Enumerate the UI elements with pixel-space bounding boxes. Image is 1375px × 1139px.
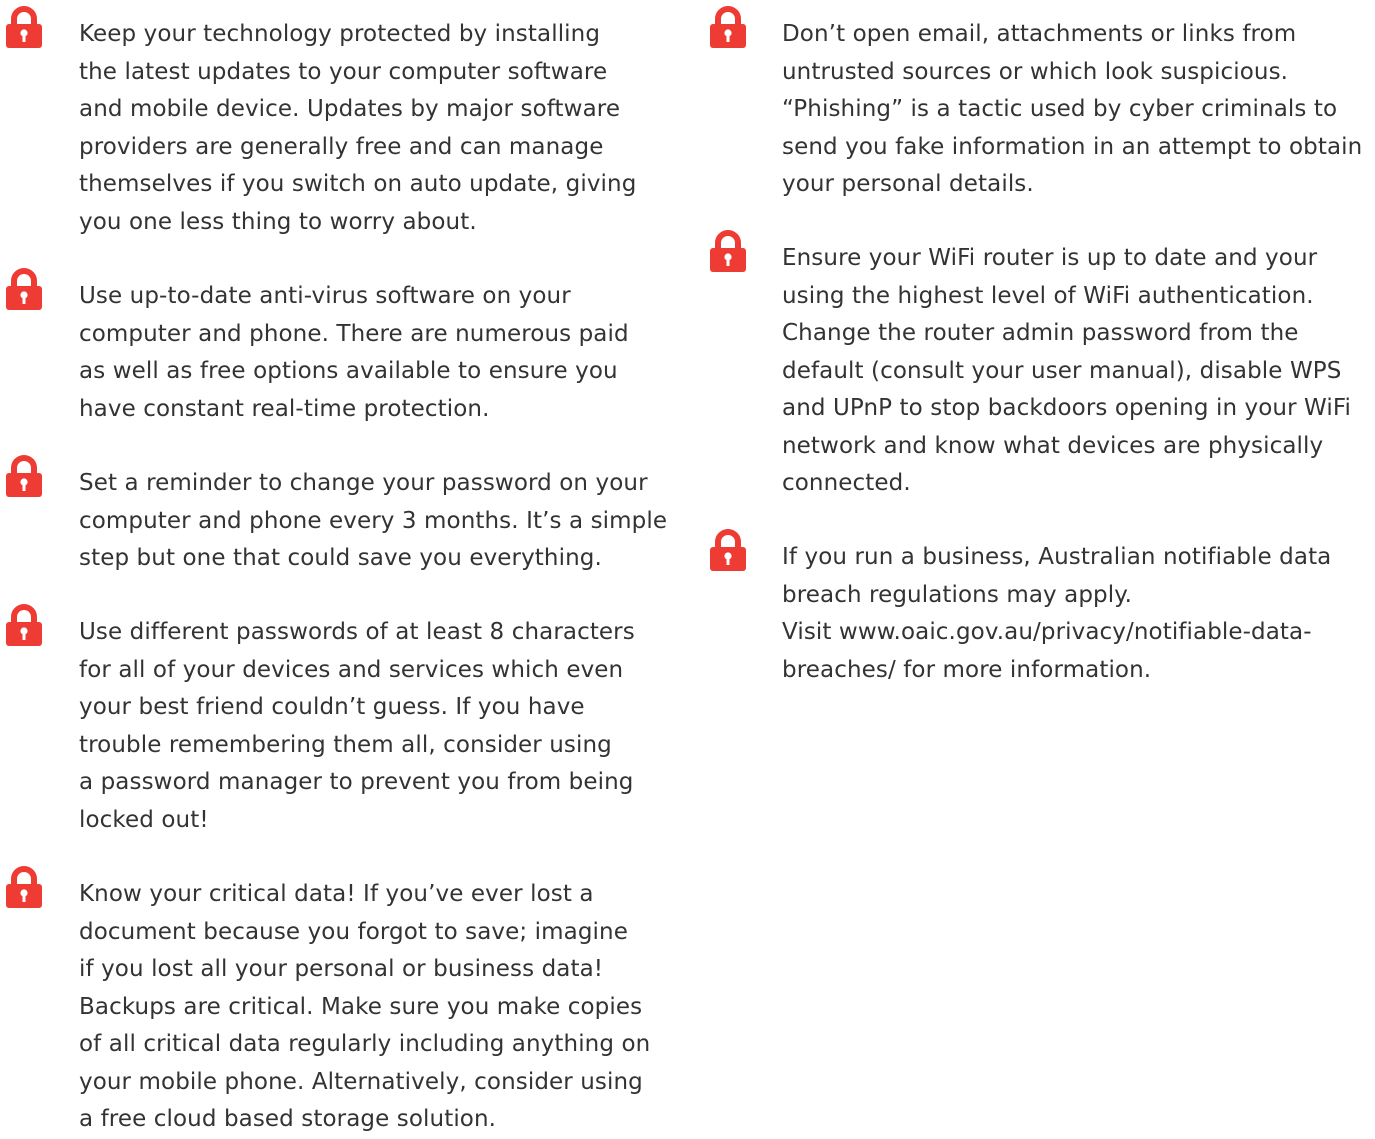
tip-text: Don’t open email, attachments or links f… (782, 21, 1363, 197)
padlock-icon (6, 455, 42, 497)
tip-text: If you run a business, Australian notifi… (782, 544, 1332, 683)
tip-text: Know your critical data! If you’ve ever … (79, 881, 651, 1132)
tip-text: Keep your technology protected by instal… (79, 21, 637, 235)
tip-text: Set a reminder to change your password o… (79, 470, 668, 571)
padlock-icon (6, 866, 42, 908)
padlock-icon (6, 268, 42, 310)
padlock-icon (710, 230, 746, 272)
padlock-icon (6, 6, 42, 48)
padlock-icon (6, 604, 42, 646)
padlock-icon (710, 6, 746, 48)
padlock-icon (710, 529, 746, 571)
tip-text: Ensure your WiFi router is up to date an… (782, 245, 1352, 496)
tip-text: Use up-to-date anti-virus software on yo… (79, 283, 629, 422)
tip-text: Use different passwords of at least 8 ch… (79, 619, 635, 833)
